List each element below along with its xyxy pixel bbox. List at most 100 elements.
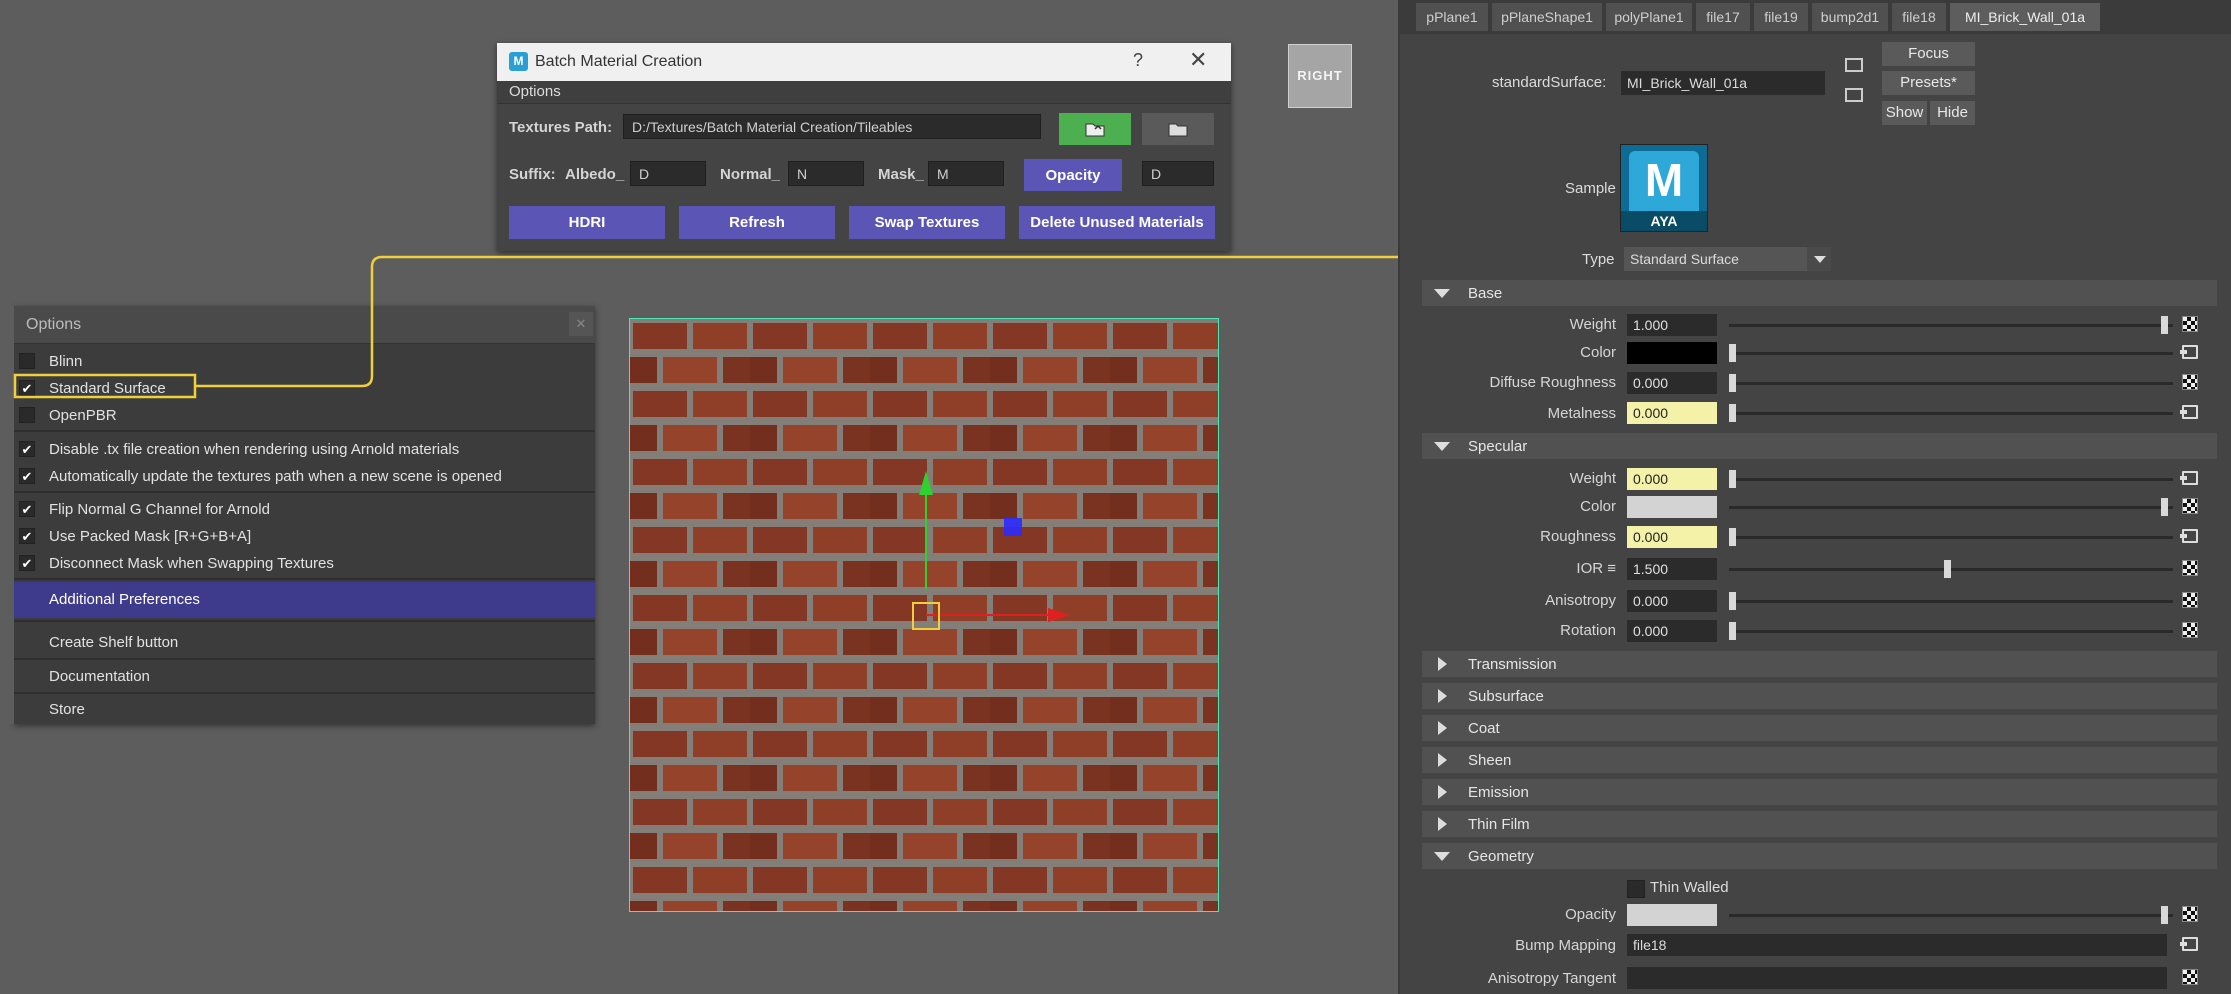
option-flip-normal-g[interactable]: ✔ Flip Normal G Channel for Arnold (14, 496, 595, 523)
connected-map-icon[interactable] (2180, 471, 2198, 485)
specular-weight-field[interactable]: 0.000 (1627, 468, 1717, 490)
anisotropy-slider[interactable] (1729, 592, 2173, 610)
slider-handle[interactable] (2161, 316, 2168, 334)
specular-color-swatch[interactable] (1627, 496, 1717, 518)
diffuse-roughness-slider[interactable] (1729, 374, 2173, 392)
checkbox[interactable]: ✔ (19, 528, 35, 544)
documentation-item[interactable]: Documentation (49, 668, 150, 685)
input-connection-icon[interactable] (1845, 58, 1863, 72)
node-tabs: pPlane1 pPlaneShape1 polyPlane1 file17 f… (1400, 0, 2231, 34)
specular-color-slider[interactable] (1729, 498, 2173, 516)
section-specular[interactable]: Specular (1422, 433, 2217, 459)
option-label: Disconnect Mask when Swapping Textures (49, 555, 334, 572)
shader-name-field[interactable]: MI_Brick_Wall_01a (1621, 71, 1825, 95)
tab-file17[interactable]: file17 (1696, 3, 1750, 31)
section-thin-film[interactable]: Thin Film (1422, 811, 2217, 837)
viewport-brick-plane[interactable] (629, 318, 1219, 912)
presets-button[interactable]: Presets* (1882, 71, 1975, 95)
slider-handle[interactable] (1729, 344, 1736, 362)
anisotropy-field[interactable]: 0.000 (1627, 590, 1717, 612)
option-packed-mask[interactable]: ✔ Use Packed Mask [R+G+B+A] (14, 523, 595, 550)
expand-icon (1438, 721, 1447, 735)
focus-button[interactable]: Focus (1882, 42, 1975, 66)
checker-map-icon[interactable] (2182, 592, 2198, 608)
slider-handle[interactable] (1729, 592, 1736, 610)
ior-slider[interactable] (1729, 560, 2173, 578)
expand-icon (1438, 753, 1447, 767)
checker-map-icon[interactable] (2182, 374, 2198, 390)
section-transmission[interactable]: Transmission (1422, 651, 2217, 677)
tab-pplaneshape1[interactable]: pPlaneShape1 (1492, 3, 1602, 31)
checker-map-icon[interactable] (2182, 622, 2198, 638)
specular-roughness-field[interactable]: 0.000 (1627, 526, 1717, 548)
checkbox[interactable]: ✔ (19, 555, 35, 571)
section-base[interactable]: Base (1422, 280, 2217, 306)
tab-pplane1[interactable]: pPlane1 (1416, 3, 1488, 31)
metalness-field[interactable]: 0.000 (1627, 402, 1717, 424)
geometry-opacity-swatch[interactable] (1627, 904, 1717, 926)
connected-map-icon[interactable] (2180, 937, 2198, 951)
slider-handle[interactable] (1729, 622, 1736, 640)
anisotropy-tangent-field[interactable] (1627, 967, 2167, 989)
tab-mi-brick-wall[interactable]: MI_Brick_Wall_01a (1950, 3, 2100, 31)
base-weight-field[interactable]: 1.000 (1627, 314, 1717, 336)
slider-handle[interactable] (2161, 906, 2168, 924)
section-sheen[interactable]: Sheen (1422, 747, 2217, 773)
base-color-slider[interactable] (1729, 344, 2173, 362)
slider-handle[interactable] (1729, 470, 1736, 488)
rotation-slider[interactable] (1729, 622, 2173, 640)
connected-map-icon[interactable] (2180, 405, 2198, 419)
show-button[interactable]: Show (1882, 101, 1927, 125)
checker-map-icon[interactable] (2182, 906, 2198, 922)
slider-handle[interactable] (1729, 374, 1736, 392)
geometry-opacity-slider[interactable] (1729, 906, 2173, 924)
output-connection-icon[interactable] (1845, 88, 1863, 102)
checker-map-icon[interactable] (2182, 498, 2198, 514)
store-item[interactable]: Store (49, 701, 85, 718)
base-color-swatch[interactable] (1627, 342, 1717, 364)
checker-map-icon[interactable] (2182, 969, 2198, 985)
divider (14, 692, 595, 694)
type-dropdown[interactable]: Standard Surface (1624, 247, 1831, 271)
option-openpbr[interactable]: OpenPBR (14, 402, 595, 429)
checkbox[interactable]: ✔ (19, 468, 35, 484)
thin-walled-checkbox[interactable] (1627, 880, 1645, 898)
diffuse-roughness-field[interactable]: 0.000 (1627, 372, 1717, 394)
additional-preferences-item[interactable]: Additional Preferences (14, 582, 595, 618)
checker-map-icon[interactable] (2182, 560, 2198, 576)
hide-button[interactable]: Hide (1930, 101, 1975, 125)
expand-icon (1438, 689, 1447, 703)
section-subsurface[interactable]: Subsurface (1422, 683, 2217, 709)
checkbox[interactable]: ✔ (19, 441, 35, 457)
rotation-field[interactable]: 0.000 (1627, 620, 1717, 642)
checkbox[interactable]: ✔ (19, 501, 35, 517)
option-disconnect-mask[interactable]: ✔ Disconnect Mask when Swapping Textures (14, 550, 595, 577)
standard-surface-label: standardSurface: (1492, 74, 1607, 91)
section-emission[interactable]: Emission (1422, 779, 2217, 805)
section-geometry[interactable]: Geometry (1422, 843, 2217, 869)
slider-handle[interactable] (1729, 528, 1736, 546)
slider-handle[interactable] (1944, 560, 1951, 578)
tab-file19[interactable]: file19 (1754, 3, 1808, 31)
specular-roughness-slider[interactable] (1729, 528, 2173, 546)
connected-map-icon[interactable] (2180, 345, 2198, 359)
checker-map-icon[interactable] (2182, 316, 2198, 332)
collapse-icon (1434, 852, 1450, 861)
ior-field[interactable]: 1.500 (1627, 558, 1717, 580)
bump-mapping-field[interactable]: file18 (1627, 934, 2167, 956)
create-shelf-button-item[interactable]: Create Shelf button (49, 634, 178, 651)
tab-bump2d1[interactable]: bump2d1 (1812, 3, 1888, 31)
tab-polyplane1[interactable]: polyPlane1 (1606, 3, 1692, 31)
option-disable-tx[interactable]: ✔ Disable .tx file creation when renderi… (14, 436, 595, 463)
slider-handle[interactable] (2161, 498, 2168, 516)
specular-weight-slider[interactable] (1729, 470, 2173, 488)
checkbox[interactable] (19, 407, 35, 423)
metalness-slider[interactable] (1729, 404, 2173, 422)
tab-file18[interactable]: file18 (1892, 3, 1946, 31)
connected-map-icon[interactable] (2180, 529, 2198, 543)
divider (14, 430, 595, 432)
base-weight-slider[interactable] (1729, 316, 2173, 334)
slider-handle[interactable] (1729, 404, 1736, 422)
section-coat[interactable]: Coat (1422, 715, 2217, 741)
option-auto-update-path[interactable]: ✔ Automatically update the textures path… (14, 463, 595, 490)
